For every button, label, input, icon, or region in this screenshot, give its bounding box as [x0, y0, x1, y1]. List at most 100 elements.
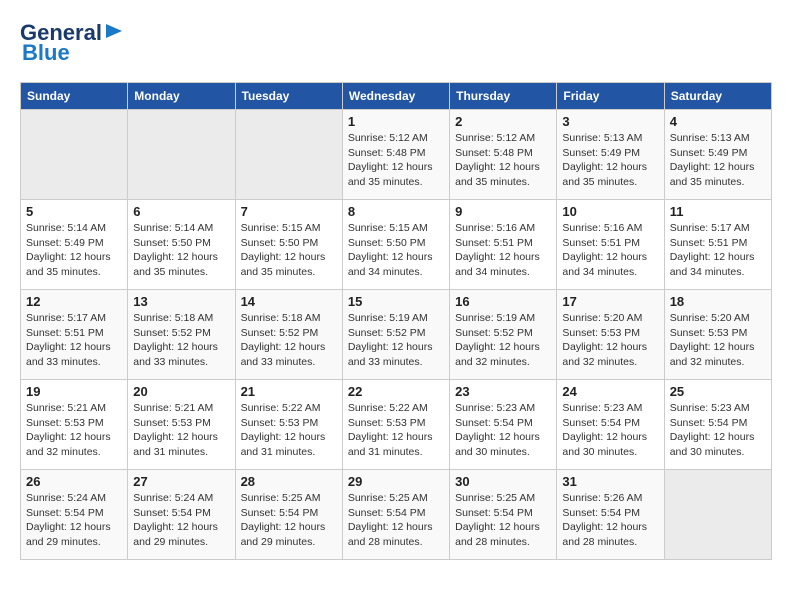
- day-info: Sunrise: 5:12 AM Sunset: 5:48 PM Dayligh…: [455, 131, 551, 190]
- day-number: 25: [670, 384, 766, 399]
- day-header-wednesday: Wednesday: [342, 83, 449, 110]
- day-info: Sunrise: 5:13 AM Sunset: 5:49 PM Dayligh…: [562, 131, 658, 190]
- week-row-3: 12 Sunrise: 5:17 AM Sunset: 5:51 PM Dayli…: [21, 290, 772, 380]
- calendar-cell: 21Sunrise: 5:22 AM Sunset: 5:53 PM Dayli…: [235, 380, 342, 470]
- day-number: 1: [348, 114, 444, 129]
- calendar-cell: 25 Sunrise: 5:23 AM Sunset: 5:54 PM Dayli…: [664, 380, 771, 470]
- day-header-sunday: Sunday: [21, 83, 128, 110]
- day-info: Sunrise: 5:22 AM Sunset: 5:53 PM Dayligh…: [241, 401, 337, 460]
- calendar-cell: 26Sunrise: 5:24 AM Sunset: 5:54 PM Dayli…: [21, 470, 128, 560]
- day-info: Sunrise: 5:21 AM Sunset: 5:53 PM Dayligh…: [133, 401, 229, 460]
- day-number: 5: [26, 204, 122, 219]
- day-number: 17: [562, 294, 658, 309]
- week-row-2: 5 Sunrise: 5:14 AM Sunset: 5:49 PM Daylig…: [21, 200, 772, 290]
- day-header-monday: Monday: [128, 83, 235, 110]
- calendar-cell: [21, 110, 128, 200]
- day-info: Sunrise: 5:18 AM Sunset: 5:52 PM Dayligh…: [133, 311, 229, 370]
- day-info: Sunrise: 5:19 AM Sunset: 5:52 PM Dayligh…: [348, 311, 444, 370]
- day-number: 4: [670, 114, 766, 129]
- day-number: 16: [455, 294, 551, 309]
- day-header-tuesday: Tuesday: [235, 83, 342, 110]
- day-info: Sunrise: 5:23 AM Sunset: 5:54 PM Dayligh…: [455, 401, 551, 460]
- calendar-cell: 9 Sunrise: 5:16 AM Sunset: 5:51 PM Daylig…: [450, 200, 557, 290]
- logo-blue: Blue: [22, 40, 70, 66]
- calendar-cell: 1 Sunrise: 5:12 AM Sunset: 5:48 PM Daylig…: [342, 110, 449, 200]
- day-number: 18: [670, 294, 766, 309]
- day-info: Sunrise: 5:15 AM Sunset: 5:50 PM Dayligh…: [348, 221, 444, 280]
- calendar-cell: 4 Sunrise: 5:13 AM Sunset: 5:49 PM Daylig…: [664, 110, 771, 200]
- calendar-cell: 16 Sunrise: 5:19 AM Sunset: 5:52 PM Dayli…: [450, 290, 557, 380]
- day-header-saturday: Saturday: [664, 83, 771, 110]
- day-number: 10: [562, 204, 658, 219]
- day-info: Sunrise: 5:15 AM Sunset: 5:50 PM Dayligh…: [241, 221, 337, 280]
- day-info: Sunrise: 5:22 AM Sunset: 5:53 PM Dayligh…: [348, 401, 444, 460]
- day-number: 27: [133, 474, 229, 489]
- header-row: SundayMondayTuesdayWednesdayThursdayFrid…: [21, 83, 772, 110]
- calendar-cell: 28 Sunrise: 5:25 AM Sunset: 5:54 PM Dayli…: [235, 470, 342, 560]
- day-info: Sunrise: 5:17 AM Sunset: 5:51 PM Dayligh…: [26, 311, 122, 370]
- day-header-friday: Friday: [557, 83, 664, 110]
- day-number: 11: [670, 204, 766, 219]
- calendar-cell: 5 Sunrise: 5:14 AM Sunset: 5:49 PM Daylig…: [21, 200, 128, 290]
- day-info: Sunrise: 5:14 AM Sunset: 5:49 PM Dayligh…: [26, 221, 122, 280]
- calendar-cell: 13Sunrise: 5:18 AM Sunset: 5:52 PM Dayli…: [128, 290, 235, 380]
- calendar-cell: 30 Sunrise: 5:25 AM Sunset: 5:54 PM Dayli…: [450, 470, 557, 560]
- day-number: 2: [455, 114, 551, 129]
- calendar-cell: [664, 470, 771, 560]
- week-row-5: 26Sunrise: 5:24 AM Sunset: 5:54 PM Dayli…: [21, 470, 772, 560]
- day-info: Sunrise: 5:17 AM Sunset: 5:51 PM Dayligh…: [670, 221, 766, 280]
- day-info: Sunrise: 5:20 AM Sunset: 5:53 PM Dayligh…: [562, 311, 658, 370]
- day-info: Sunrise: 5:25 AM Sunset: 5:54 PM Dayligh…: [348, 491, 444, 550]
- calendar-cell: 14 Sunrise: 5:18 AM Sunset: 5:52 PM Dayli…: [235, 290, 342, 380]
- calendar-cell: 31Sunrise: 5:26 AM Sunset: 5:54 PM Dayli…: [557, 470, 664, 560]
- calendar-cell: 24Sunrise: 5:23 AM Sunset: 5:54 PM Dayli…: [557, 380, 664, 470]
- calendar-cell: 7 Sunrise: 5:15 AM Sunset: 5:50 PM Daylig…: [235, 200, 342, 290]
- calendar-cell: 3 Sunrise: 5:13 AM Sunset: 5:49 PM Daylig…: [557, 110, 664, 200]
- calendar-table: SundayMondayTuesdayWednesdayThursdayFrid…: [20, 82, 772, 560]
- day-info: Sunrise: 5:21 AM Sunset: 5:53 PM Dayligh…: [26, 401, 122, 460]
- day-info: Sunrise: 5:14 AM Sunset: 5:50 PM Dayligh…: [133, 221, 229, 280]
- week-row-4: 19 Sunrise: 5:21 AM Sunset: 5:53 PM Dayli…: [21, 380, 772, 470]
- calendar-cell: 12 Sunrise: 5:17 AM Sunset: 5:51 PM Dayli…: [21, 290, 128, 380]
- day-info: Sunrise: 5:25 AM Sunset: 5:54 PM Dayligh…: [455, 491, 551, 550]
- calendar-cell: 6 Sunrise: 5:14 AM Sunset: 5:50 PM Daylig…: [128, 200, 235, 290]
- calendar-cell: 22 Sunrise: 5:22 AM Sunset: 5:53 PM Dayli…: [342, 380, 449, 470]
- calendar-cell: 11 Sunrise: 5:17 AM Sunset: 5:51 PM Dayli…: [664, 200, 771, 290]
- calendar-cell: 19 Sunrise: 5:21 AM Sunset: 5:53 PM Dayli…: [21, 380, 128, 470]
- calendar-cell: 8 Sunrise: 5:15 AM Sunset: 5:50 PM Daylig…: [342, 200, 449, 290]
- day-info: Sunrise: 5:12 AM Sunset: 5:48 PM Dayligh…: [348, 131, 444, 190]
- day-number: 12: [26, 294, 122, 309]
- day-info: Sunrise: 5:16 AM Sunset: 5:51 PM Dayligh…: [562, 221, 658, 280]
- day-info: Sunrise: 5:23 AM Sunset: 5:54 PM Dayligh…: [670, 401, 766, 460]
- day-number: 30: [455, 474, 551, 489]
- day-number: 6: [133, 204, 229, 219]
- calendar-cell: 20 Sunrise: 5:21 AM Sunset: 5:53 PM Dayli…: [128, 380, 235, 470]
- calendar-cell: 15 Sunrise: 5:19 AM Sunset: 5:52 PM Dayli…: [342, 290, 449, 380]
- day-number: 7: [241, 204, 337, 219]
- day-number: 26: [26, 474, 122, 489]
- calendar-cell: 10 Sunrise: 5:16 AM Sunset: 5:51 PM Dayli…: [557, 200, 664, 290]
- calendar-cell: 2 Sunrise: 5:12 AM Sunset: 5:48 PM Daylig…: [450, 110, 557, 200]
- day-number: 23: [455, 384, 551, 399]
- day-info: Sunrise: 5:13 AM Sunset: 5:49 PM Dayligh…: [670, 131, 766, 190]
- calendar-cell: [235, 110, 342, 200]
- day-number: 28: [241, 474, 337, 489]
- day-info: Sunrise: 5:16 AM Sunset: 5:51 PM Dayligh…: [455, 221, 551, 280]
- day-number: 9: [455, 204, 551, 219]
- day-number: 3: [562, 114, 658, 129]
- day-number: 22: [348, 384, 444, 399]
- day-info: Sunrise: 5:25 AM Sunset: 5:54 PM Dayligh…: [241, 491, 337, 550]
- day-number: 14: [241, 294, 337, 309]
- day-number: 8: [348, 204, 444, 219]
- calendar-cell: 17 Sunrise: 5:20 AM Sunset: 5:53 PM Dayli…: [557, 290, 664, 380]
- day-number: 20: [133, 384, 229, 399]
- day-info: Sunrise: 5:26 AM Sunset: 5:54 PM Dayligh…: [562, 491, 658, 550]
- day-number: 19: [26, 384, 122, 399]
- day-info: Sunrise: 5:18 AM Sunset: 5:52 PM Dayligh…: [241, 311, 337, 370]
- page-header: General Blue: [20, 20, 772, 66]
- logo: General Blue: [20, 20, 126, 66]
- day-number: 15: [348, 294, 444, 309]
- day-info: Sunrise: 5:19 AM Sunset: 5:52 PM Dayligh…: [455, 311, 551, 370]
- calendar-cell: 27Sunrise: 5:24 AM Sunset: 5:54 PM Dayli…: [128, 470, 235, 560]
- day-info: Sunrise: 5:20 AM Sunset: 5:53 PM Dayligh…: [670, 311, 766, 370]
